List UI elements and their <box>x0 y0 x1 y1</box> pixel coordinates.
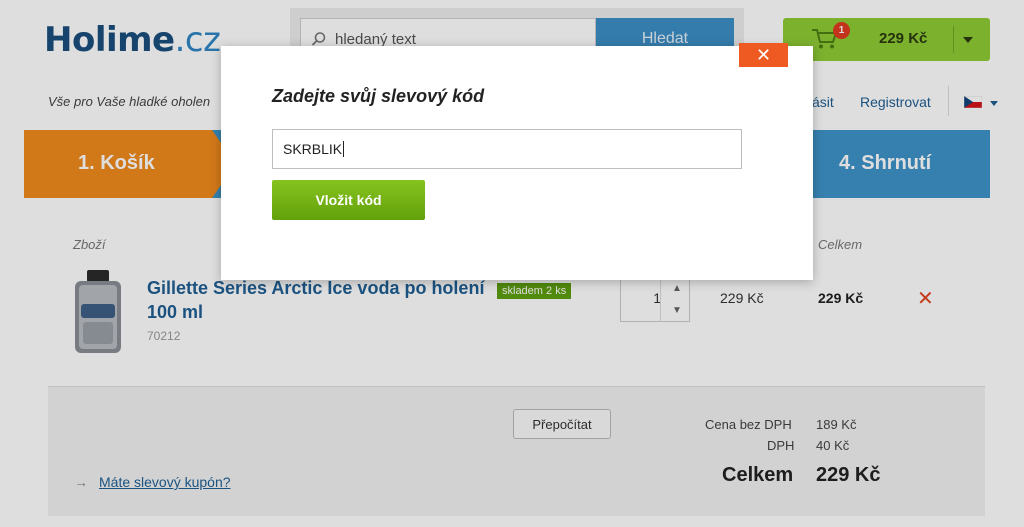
apply-code-button[interactable]: Vložit kód <box>272 180 425 220</box>
discount-code-value: SKRBLIK <box>283 141 343 157</box>
discount-code-input[interactable]: SKRBLIK <box>272 129 742 169</box>
modal-title: Zadejte svůj slevový kód <box>272 86 485 106</box>
close-icon[interactable]: ✕ <box>739 43 788 67</box>
text-caret <box>343 141 345 157</box>
